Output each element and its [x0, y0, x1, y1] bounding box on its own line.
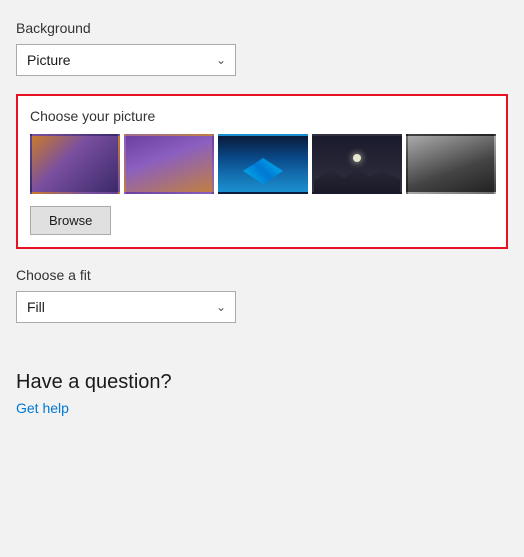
background-section: Background Picture Solid color Slideshow…	[16, 20, 508, 94]
background-dropdown[interactable]: Picture Solid color Slideshow	[16, 44, 236, 76]
thumbnail-3[interactable]	[218, 134, 308, 194]
fit-section: Choose a fit Fill Fit Stretch Tile Cente…	[16, 267, 508, 341]
choose-picture-section: Choose your picture Browse	[16, 94, 508, 249]
thumbnail-4[interactable]	[312, 134, 402, 194]
background-label: Background	[16, 20, 508, 36]
fit-label: Choose a fit	[16, 267, 508, 283]
fit-dropdown[interactable]: Fill Fit Stretch Tile Center Span	[16, 291, 236, 323]
fit-dropdown-wrapper: Fill Fit Stretch Tile Center Span ⌄	[16, 291, 236, 323]
thumbnails-row	[30, 134, 494, 194]
get-help-link[interactable]: Get help	[16, 400, 69, 416]
thumbnail-2[interactable]	[124, 134, 214, 194]
browse-button[interactable]: Browse	[30, 206, 111, 235]
thumbnail-5[interactable]	[406, 134, 496, 194]
background-dropdown-wrapper: Picture Solid color Slideshow ⌄	[16, 44, 236, 76]
thumbnail-1[interactable]	[30, 134, 120, 194]
choose-picture-title: Choose your picture	[30, 108, 494, 124]
question-title: Have a question?	[16, 371, 508, 394]
question-section: Have a question? Get help	[16, 371, 508, 418]
